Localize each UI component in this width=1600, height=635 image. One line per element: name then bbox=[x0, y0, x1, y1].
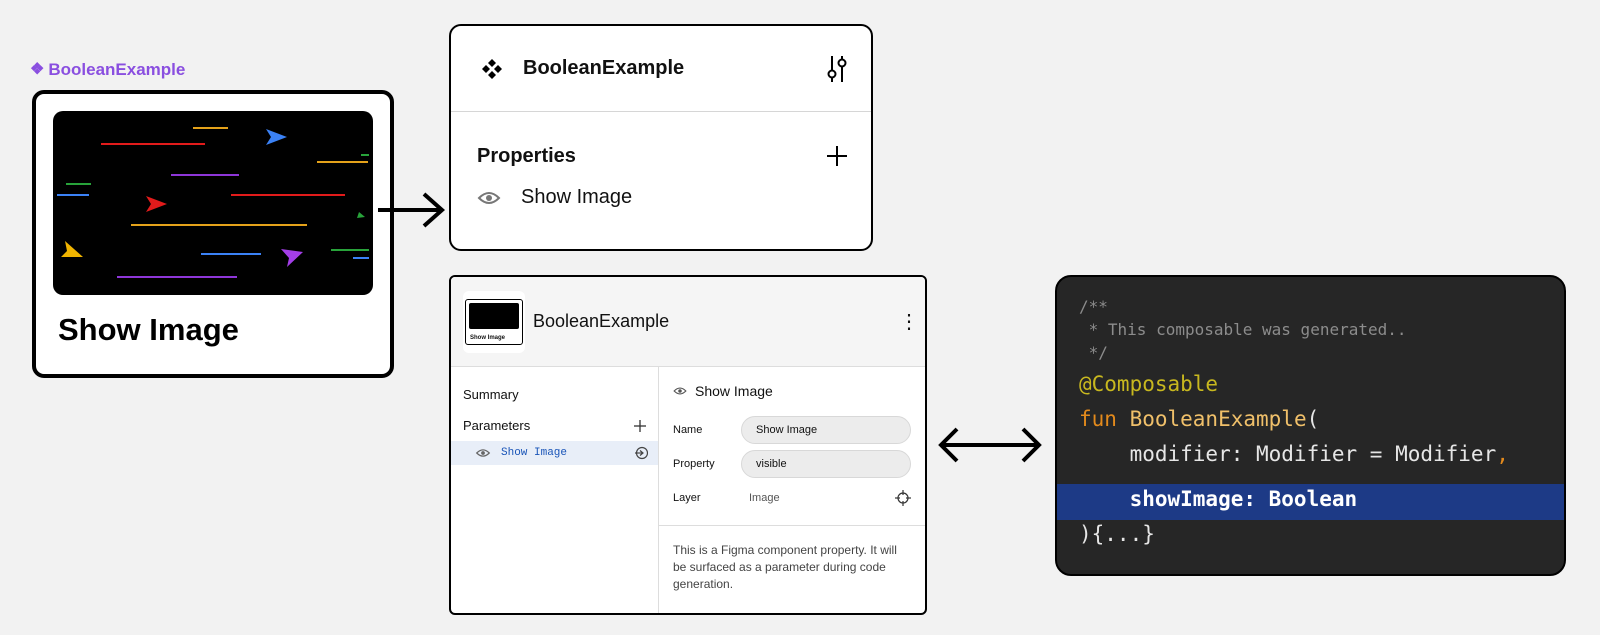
field-property-value[interactable]: visible bbox=[741, 450, 911, 478]
parameter-detail-header: Show Image bbox=[659, 367, 925, 399]
component-icon: ❖ bbox=[30, 61, 45, 78]
codegen-sidebar: Summary Parameters Show Image bbox=[451, 367, 659, 613]
field-name-value[interactable]: Show Image bbox=[741, 416, 911, 444]
streaks-image bbox=[57, 127, 369, 278]
add-property-icon[interactable] bbox=[825, 144, 849, 168]
properties-header: BooleanExample bbox=[451, 26, 871, 112]
image-caption: Show Image bbox=[58, 312, 239, 347]
parameter-detail: Show Image Name Show Image Property visi… bbox=[659, 367, 925, 613]
eye-icon bbox=[475, 449, 491, 457]
field-layer-value: Image bbox=[749, 492, 780, 504]
component-frame[interactable]: Show Image bbox=[32, 90, 394, 378]
code-block: /** * This composable was generated.. */… bbox=[1055, 275, 1566, 576]
properties-panel: BooleanExample Properties Show Image bbox=[449, 24, 873, 251]
property-label: Show Image bbox=[521, 186, 633, 208]
field-layer-key: Layer bbox=[673, 492, 701, 504]
field-name-key: Name bbox=[673, 424, 703, 436]
eye-icon bbox=[477, 191, 501, 204]
double-arrow-icon bbox=[938, 427, 1042, 463]
code-param-modifier: modifier: Modifier = Modifier, bbox=[1079, 442, 1509, 466]
arrow-right-icon bbox=[378, 192, 446, 228]
code-keyword-fun: fun bbox=[1079, 407, 1130, 431]
code-param1: modifier: Modifier = Modifier bbox=[1079, 442, 1497, 466]
code-annotation: @Composable bbox=[1079, 372, 1219, 396]
parameter-description: This is a Figma component property. It w… bbox=[659, 525, 925, 609]
properties-component-name: BooleanExample bbox=[523, 57, 685, 79]
code-comment-body: * This composable was generated.. bbox=[1079, 320, 1407, 339]
component-diamond-icon bbox=[482, 58, 502, 79]
component-name: BooleanExample bbox=[48, 60, 186, 79]
field-name: Name Show Image bbox=[673, 413, 911, 447]
target-layer-icon[interactable] bbox=[895, 490, 911, 506]
code-function-name: BooleanExample bbox=[1129, 407, 1307, 431]
component-label[interactable]: ❖ BooleanExample bbox=[30, 60, 185, 80]
properties-title: Properties bbox=[477, 144, 576, 167]
summary-label: Summary bbox=[463, 387, 519, 402]
code-comment-open: /** bbox=[1079, 297, 1108, 316]
parameter-item-show-image[interactable]: Show Image bbox=[451, 441, 658, 465]
parameters-label: Parameters bbox=[463, 418, 531, 433]
component-thumbnail: Show Image bbox=[463, 290, 525, 353]
codegen-component-name: BooleanExample bbox=[533, 311, 670, 331]
field-property-key: Property bbox=[673, 458, 715, 470]
add-parameter-icon[interactable] bbox=[634, 419, 646, 432]
link-parameter-icon[interactable] bbox=[634, 446, 648, 460]
summary-item[interactable]: Summary bbox=[451, 381, 658, 408]
code-paren-open: ( bbox=[1306, 407, 1320, 431]
codegen-header: Show Image BooleanExample ⋮ bbox=[451, 277, 925, 367]
parameter-name: Show Image bbox=[501, 447, 568, 459]
field-layer: Layer Image bbox=[673, 481, 911, 515]
image-canvas bbox=[53, 111, 373, 295]
code-function-line: fun BooleanExample( bbox=[1079, 407, 1319, 431]
code-closing: ){...} bbox=[1079, 522, 1155, 546]
eye-icon bbox=[673, 387, 687, 395]
field-property: Property visible bbox=[673, 447, 911, 481]
code-comment-close: */ bbox=[1079, 343, 1108, 362]
property-row[interactable]: Show Image bbox=[451, 186, 871, 209]
more-options-icon[interactable]: ⋮ bbox=[899, 309, 919, 334]
parameter-detail-title: Show Image bbox=[695, 383, 773, 399]
adjust-settings-icon[interactable] bbox=[825, 54, 849, 84]
code-param1-comma: , bbox=[1496, 442, 1509, 466]
thumbnail-caption: Show Image bbox=[470, 334, 506, 341]
parameters-item[interactable]: Parameters bbox=[451, 412, 658, 439]
code-param-showimage: showImage: Boolean bbox=[1079, 487, 1358, 511]
codegen-panel: Show Image BooleanExample ⋮ Summary Para… bbox=[449, 275, 927, 615]
